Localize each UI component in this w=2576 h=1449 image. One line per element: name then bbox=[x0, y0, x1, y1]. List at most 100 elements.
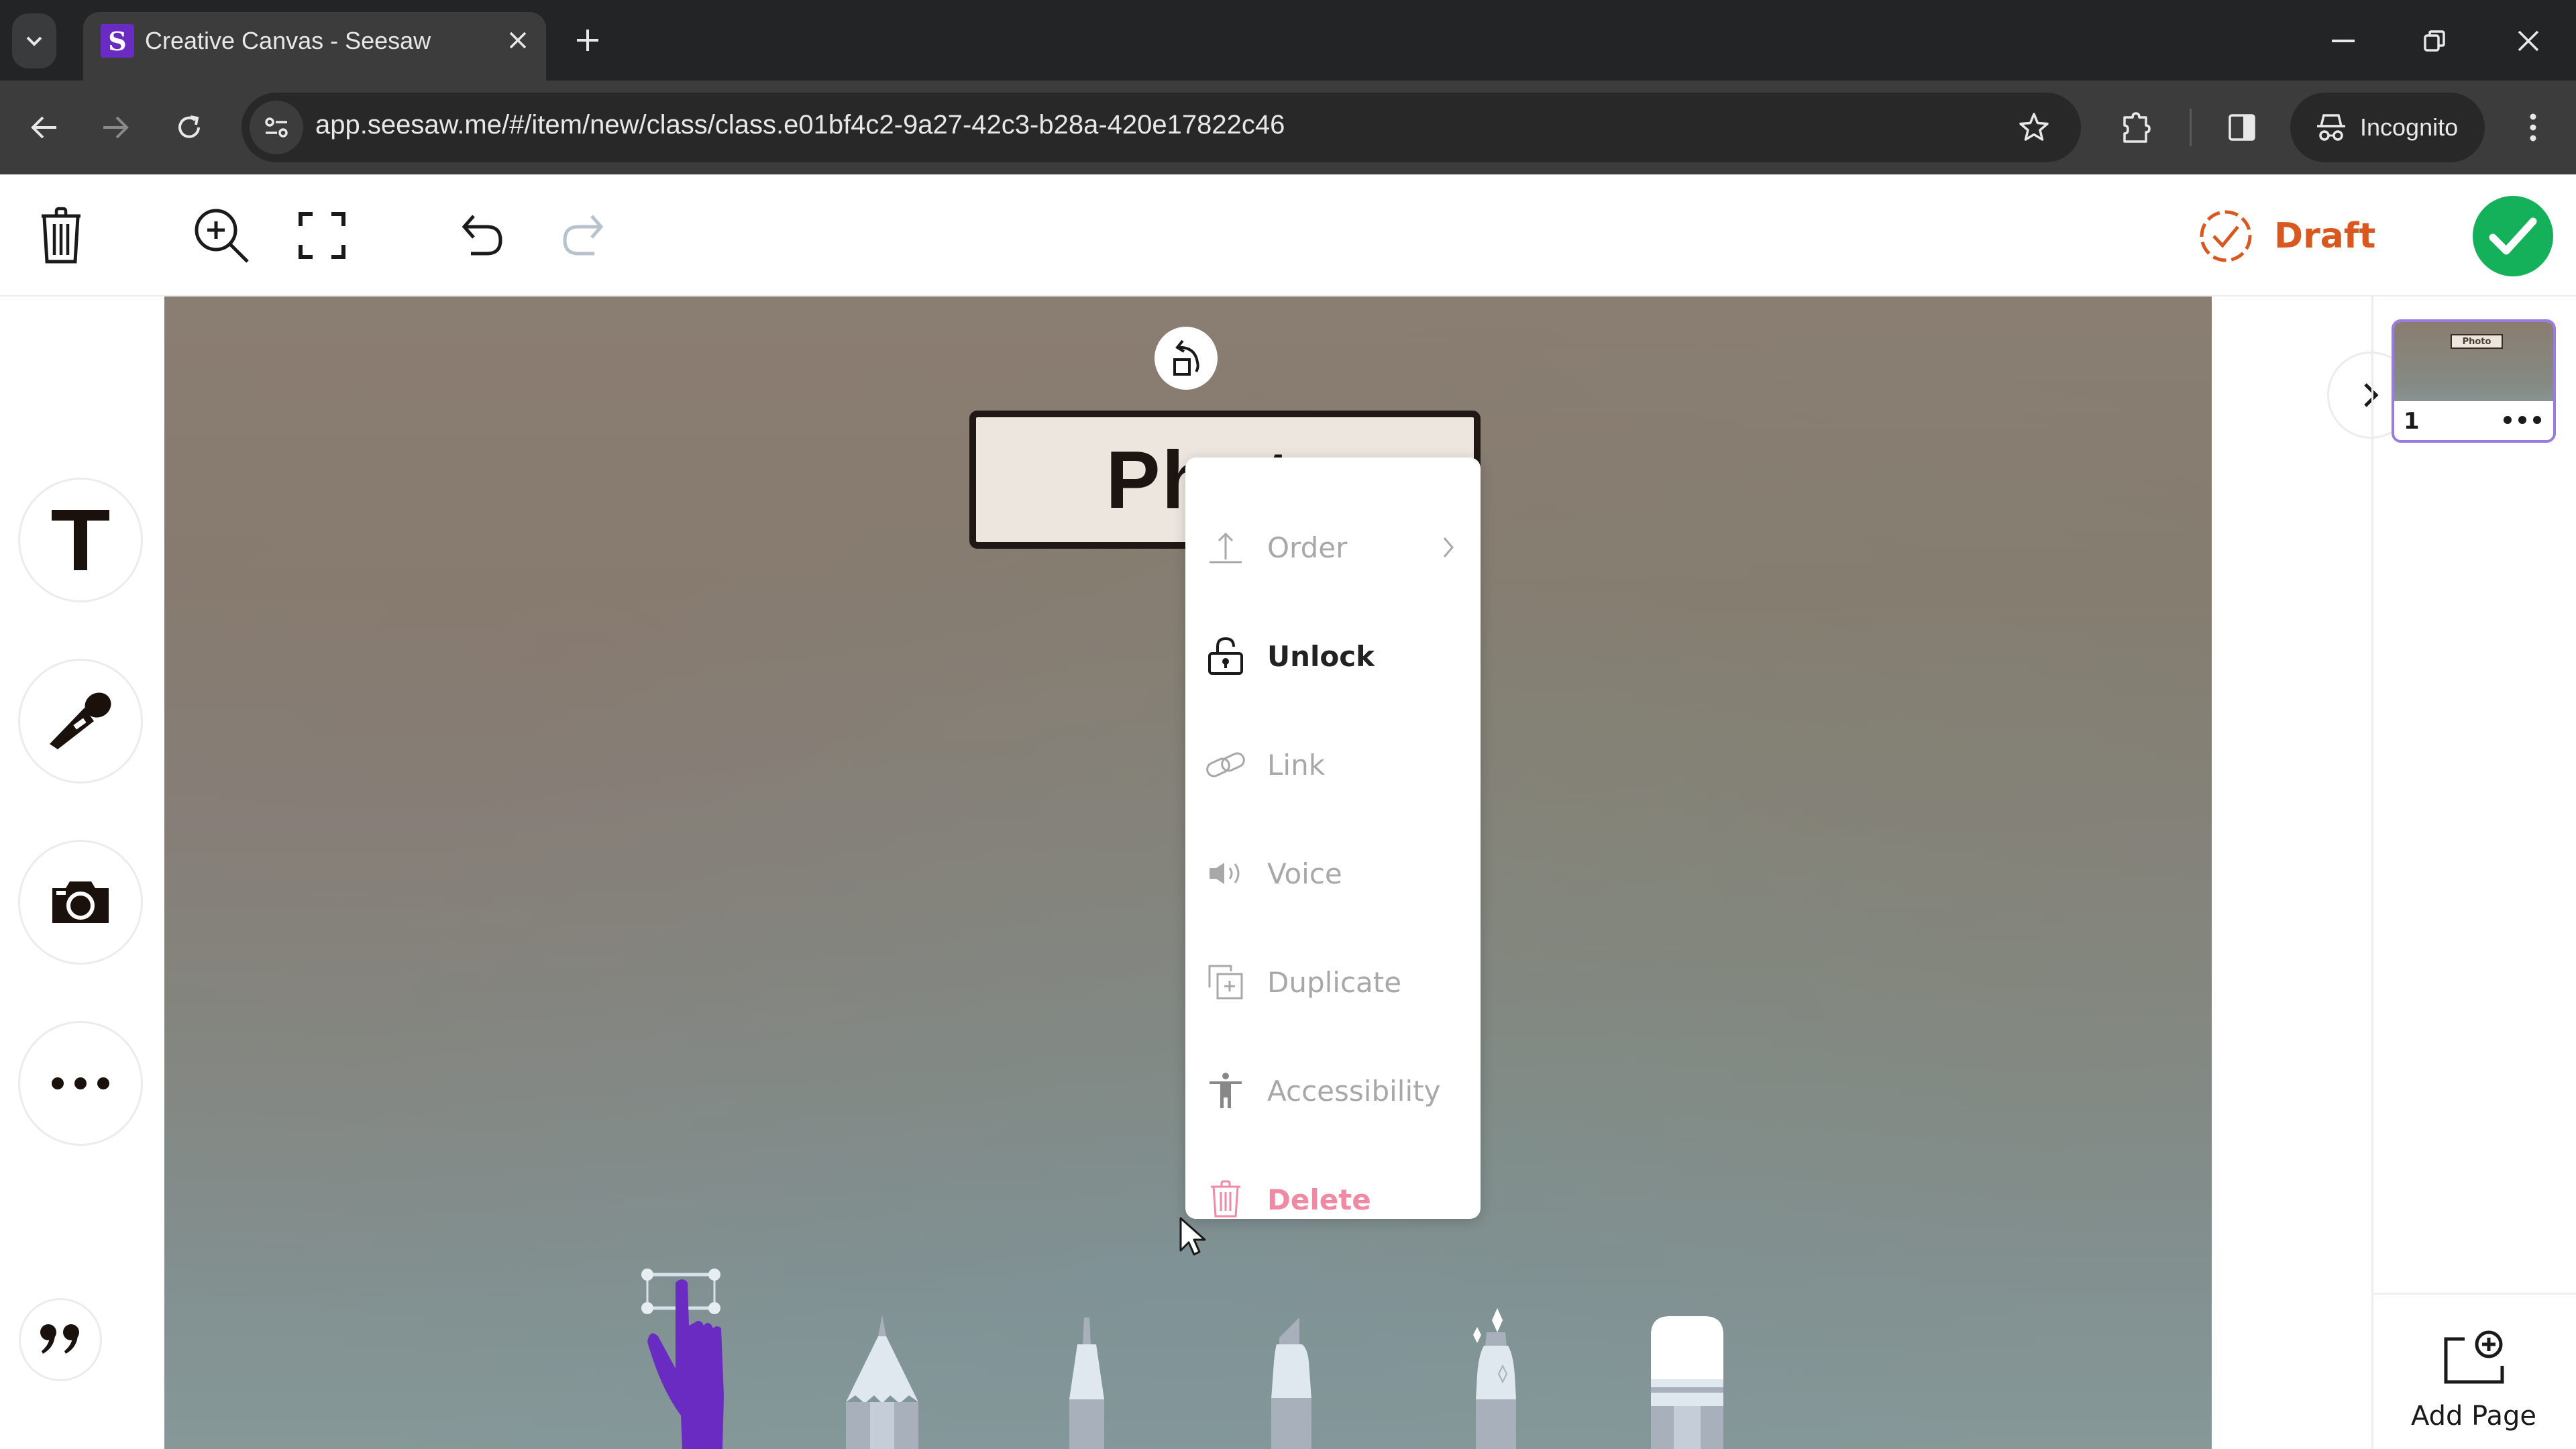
seesaw-logo-icon: S bbox=[101, 24, 134, 58]
close-icon bbox=[2518, 30, 2539, 52]
tune-icon bbox=[265, 117, 288, 138]
pencil-icon bbox=[846, 1315, 918, 1449]
minimize-icon bbox=[2332, 40, 2355, 42]
accessibility-icon bbox=[1205, 1071, 1246, 1111]
tab-close-button[interactable] bbox=[499, 21, 537, 59]
menu-item-accessibility[interactable]: Accessibility bbox=[1185, 1054, 1481, 1128]
reload-button[interactable] bbox=[165, 103, 213, 152]
marker-icon bbox=[1271, 1318, 1311, 1449]
trash-icon bbox=[1205, 1179, 1246, 1220]
toolbar-separator bbox=[2190, 109, 2192, 146]
camera-tool-button[interactable] bbox=[18, 840, 143, 965]
quote-button[interactable] bbox=[19, 1298, 102, 1381]
eraser-icon bbox=[1651, 1316, 1723, 1449]
select-tool[interactable] bbox=[634, 1261, 748, 1449]
browser-tab[interactable]: S Creative Canvas - Seesaw bbox=[83, 12, 546, 80]
menu-item-label: Voice bbox=[1267, 857, 1342, 890]
rotate-handle[interactable] bbox=[1155, 327, 1218, 390]
undo-button[interactable] bbox=[445, 199, 519, 272]
forward-button[interactable] bbox=[91, 103, 140, 152]
pages-panel: Photo 1 Add Page bbox=[2212, 297, 2576, 1449]
eraser-tool[interactable] bbox=[1647, 1315, 1727, 1449]
browser-toolbar: app.seesaw.me/#/item/new/class/class.e01… bbox=[0, 80, 2576, 174]
page-more-button[interactable] bbox=[2504, 413, 2541, 427]
menu-item-unlock[interactable]: Unlock bbox=[1185, 619, 1481, 693]
close-icon bbox=[509, 32, 527, 49]
draft-label: Draft bbox=[2274, 216, 2376, 256]
kebab-menu-icon bbox=[2530, 113, 2536, 142]
extensions-button[interactable] bbox=[2112, 103, 2160, 152]
address-bar[interactable]: app.seesaw.me/#/item/new/class/class.e01… bbox=[241, 93, 2081, 162]
incognito-icon bbox=[2317, 114, 2345, 141]
minimize-button[interactable] bbox=[2313, 15, 2373, 67]
text-tool-button[interactable] bbox=[18, 478, 143, 602]
menu-item-duplicate[interactable]: Duplicate bbox=[1185, 945, 1481, 1019]
pencil-tool[interactable] bbox=[842, 1315, 922, 1449]
more-tools-button[interactable] bbox=[18, 1021, 143, 1146]
menu-item-link[interactable]: Link bbox=[1185, 728, 1481, 802]
menu-item-label: Order bbox=[1267, 531, 1348, 564]
reload-icon bbox=[178, 115, 200, 138]
redo-icon bbox=[563, 215, 604, 256]
marker-tool[interactable] bbox=[1251, 1315, 1332, 1449]
speaker-icon bbox=[1205, 853, 1246, 894]
menu-item-delete[interactable]: Delete bbox=[1185, 1163, 1481, 1236]
drawing-tools-row bbox=[164, 1248, 2212, 1449]
fullscreen-button[interactable] bbox=[285, 199, 359, 272]
more-icon-dot bbox=[2518, 416, 2526, 424]
menu-item-order[interactable]: Order bbox=[1185, 511, 1481, 584]
voice-tool-button[interactable] bbox=[18, 659, 143, 784]
page-thumbnail[interactable]: Photo 1 bbox=[2392, 319, 2556, 443]
trash-icon bbox=[42, 207, 80, 264]
checkmark-icon bbox=[2489, 217, 2537, 255]
microphone-icon bbox=[50, 692, 111, 749]
order-icon bbox=[1205, 527, 1246, 568]
pen-tool[interactable] bbox=[1046, 1315, 1127, 1449]
redo-button[interactable] bbox=[546, 199, 620, 272]
menu-item-label: Link bbox=[1267, 748, 1326, 782]
delete-canvas-button[interactable] bbox=[24, 199, 98, 272]
more-icon-dot bbox=[2504, 416, 2512, 424]
menu-item-label: Accessibility bbox=[1267, 1074, 1441, 1108]
text-icon bbox=[52, 510, 109, 570]
duplicate-icon bbox=[1205, 962, 1246, 1002]
plus-icon bbox=[577, 30, 598, 51]
dashed-check-circle-icon bbox=[2200, 210, 2252, 262]
add-page-button[interactable]: Add Page bbox=[2371, 1293, 2576, 1449]
rotate-icon bbox=[1173, 339, 1199, 376]
object-context-menu: Order Unlock Link Voice Duplicate Access… bbox=[1185, 458, 1481, 1219]
menu-item-label: Unlock bbox=[1267, 639, 1375, 673]
link-icon bbox=[1205, 745, 1246, 785]
incognito-label: Incognito bbox=[2360, 113, 2459, 141]
incognito-indicator[interactable]: Incognito bbox=[2290, 93, 2485, 162]
menu-item-label: Delete bbox=[1267, 1183, 1371, 1216]
page-number: 1 bbox=[2404, 408, 2420, 435]
menu-item-voice[interactable]: Voice bbox=[1185, 837, 1481, 910]
browser-menu-button[interactable] bbox=[2509, 103, 2557, 152]
glitter-pen-icon bbox=[1473, 1308, 1516, 1449]
side-panel-icon bbox=[2229, 114, 2255, 141]
zoom-in-icon bbox=[195, 209, 249, 263]
new-tab-button[interactable] bbox=[568, 20, 608, 60]
side-panel-button[interactable] bbox=[2218, 103, 2266, 152]
restore-button[interactable] bbox=[2404, 15, 2465, 67]
camera-icon bbox=[52, 881, 109, 923]
tab-search-button[interactable] bbox=[12, 13, 56, 68]
draft-status[interactable]: Draft bbox=[2198, 208, 2375, 264]
done-button[interactable] bbox=[2473, 196, 2553, 276]
puzzle-icon bbox=[2123, 112, 2151, 143]
zoom-button[interactable] bbox=[184, 199, 258, 272]
close-window-button[interactable] bbox=[2498, 15, 2559, 67]
bookmark-button[interactable] bbox=[2014, 107, 2054, 148]
fullscreen-icon bbox=[299, 212, 345, 259]
browser-tab-strip: S Creative Canvas - Seesaw bbox=[0, 0, 2576, 80]
url-text[interactable]: app.seesaw.me/#/item/new/class/class.e01… bbox=[315, 110, 1285, 140]
site-info-button[interactable] bbox=[250, 101, 303, 154]
undo-icon bbox=[462, 215, 502, 256]
restore-icon bbox=[2424, 30, 2445, 52]
back-button[interactable] bbox=[20, 103, 68, 152]
pages-column bbox=[2371, 297, 2576, 1449]
pen-icon bbox=[1069, 1318, 1104, 1449]
glitter-pen-tool[interactable] bbox=[1449, 1308, 1543, 1449]
chevron-down-icon bbox=[26, 36, 42, 46]
